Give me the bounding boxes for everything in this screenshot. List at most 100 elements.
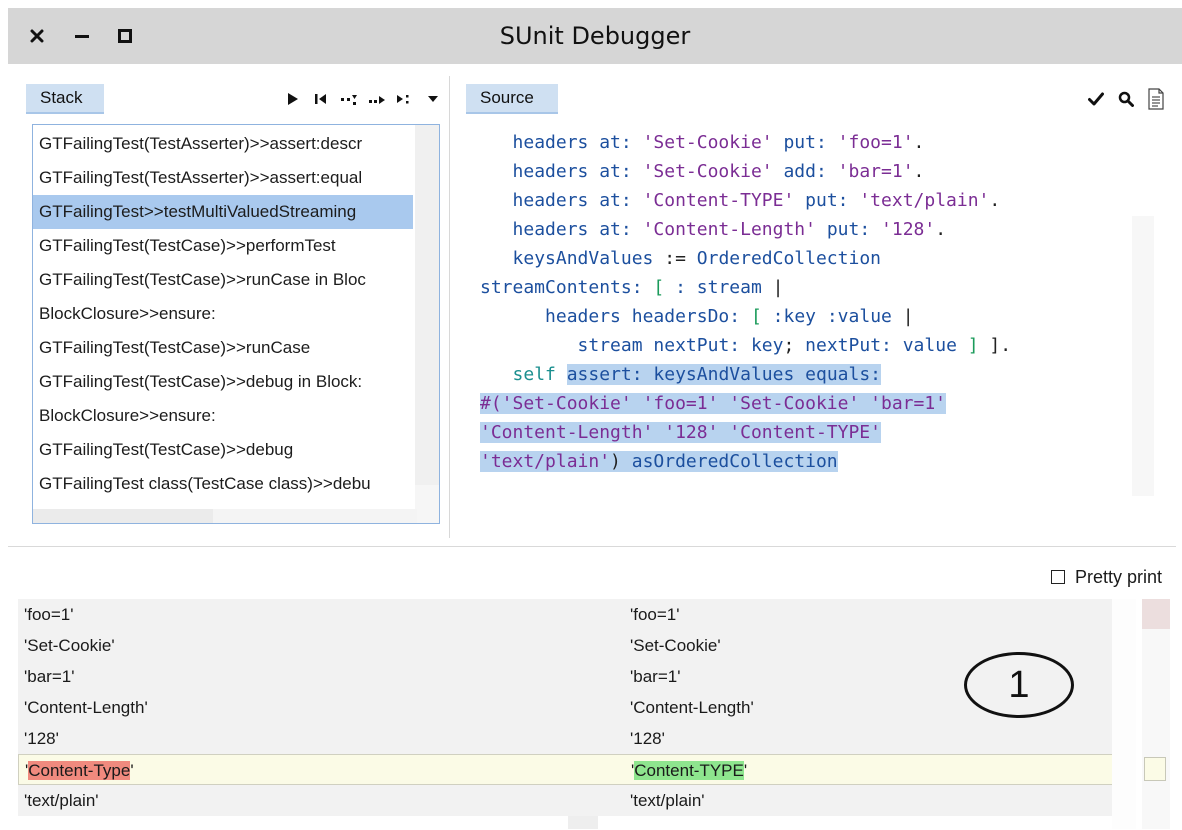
stack-item[interactable]: GTFailingTest class(TestCase class)>>deb… bbox=[33, 467, 413, 501]
diff-row: '128' '128' bbox=[18, 723, 1118, 754]
window-title: SUnit Debugger bbox=[499, 22, 691, 50]
stack-horizontal-scrollbar[interactable] bbox=[33, 509, 417, 523]
code-token: streamContents: bbox=[480, 277, 643, 298]
code-token: :key bbox=[772, 306, 816, 327]
code-token: value bbox=[902, 335, 957, 356]
code-token: 'text/plain' bbox=[480, 451, 611, 472]
code-token: #('Set-Cookie' bbox=[480, 393, 632, 414]
tab-stack[interactable]: Stack bbox=[26, 84, 104, 114]
source-pane: Source headers at: 'Set-Cookie' put: 'fo… bbox=[458, 76, 1174, 538]
diff-left-value: 'bar=1' bbox=[24, 667, 75, 686]
source-code-editor[interactable]: headers at: 'Set-Cookie' put: 'foo=1'. h… bbox=[480, 128, 1160, 528]
code-token bbox=[718, 393, 730, 414]
stack-item[interactable]: GTFailingTest(TestCase)>>performTest bbox=[33, 229, 413, 263]
code-token: OrderedCollection bbox=[696, 248, 881, 269]
code-line: self assert: keysAndValues equals: bbox=[480, 360, 882, 389]
stack-vertical-scrollbar[interactable] bbox=[415, 125, 439, 523]
diff-row-changed: 'Content-Type' 'Content-TYPE' bbox=[18, 754, 1118, 785]
code-token: 'foo=1' bbox=[837, 132, 914, 153]
code-token: add: bbox=[783, 161, 827, 182]
stack-menu-dropdown[interactable] bbox=[421, 84, 445, 114]
stack-list[interactable]: GTFailingTest(TestAsserter)>>assert:desc… bbox=[32, 124, 440, 524]
pretty-print-toggle[interactable]: Pretty print bbox=[1050, 565, 1162, 589]
code-token: :value bbox=[826, 306, 892, 327]
code-line: 'text/plain') asOrderedCollection bbox=[480, 447, 838, 476]
stack-item[interactable]: GTFailingTest(TestAsserter)>>assert:desc… bbox=[33, 127, 413, 161]
code-token: keysAndValues bbox=[653, 364, 795, 385]
stack-toolbar bbox=[277, 84, 445, 114]
stack-item[interactable]: BlockClosure>>ensure: bbox=[33, 399, 413, 433]
step-into-icon bbox=[341, 95, 357, 105]
code-token: ] bbox=[967, 335, 979, 356]
diff-left-value: 'foo=1' bbox=[24, 605, 74, 624]
code-token: headers bbox=[512, 219, 589, 240]
code-token: 'Set-Cookie' bbox=[642, 161, 773, 182]
code-line: headers at: 'Content-TYPE' put: 'text/pl… bbox=[480, 186, 1001, 215]
scrollbar-thumb[interactable] bbox=[1142, 599, 1170, 629]
code-token: [ bbox=[653, 277, 665, 298]
stack-item[interactable]: BlockClosure>>ensure: bbox=[33, 297, 413, 331]
diff-right-value: 'foo=1' bbox=[630, 605, 680, 624]
code-token: | bbox=[761, 277, 784, 298]
stack-item[interactable]: GTFailingTest(TestCase)>>debug bbox=[33, 433, 413, 467]
code-token: headersDo: bbox=[631, 306, 741, 327]
stack-item-selected[interactable]: GTFailingTest>>testMultiValuedStreaming bbox=[33, 195, 413, 229]
code-token: self bbox=[512, 364, 556, 385]
scrollbar-thumb[interactable] bbox=[415, 125, 439, 485]
code-token: headers bbox=[512, 132, 589, 153]
code-line: headers headersDo: [ :key :value | bbox=[480, 302, 914, 331]
code-token: ]. bbox=[978, 335, 1012, 356]
code-line: stream nextPut: key; nextPut: value ] ]. bbox=[480, 331, 1012, 360]
step-into-button[interactable] bbox=[337, 84, 361, 114]
source-toolbar bbox=[1078, 84, 1168, 114]
code-token: put: bbox=[826, 219, 871, 240]
code-token: at: bbox=[599, 219, 632, 240]
pretty-print-checkbox[interactable] bbox=[1050, 570, 1065, 584]
play-button[interactable] bbox=[281, 84, 305, 114]
stack-item[interactable]: GTFailingTest(TestCase)>>runCase bbox=[33, 331, 413, 365]
code-token: nextPut: bbox=[653, 335, 741, 356]
code-token: 'Content-TYPE' bbox=[642, 190, 795, 211]
diff-left-value: 'text/plain' bbox=[24, 791, 99, 810]
document-button[interactable] bbox=[1144, 84, 1168, 114]
code-token bbox=[653, 422, 665, 443]
code-token: at: bbox=[599, 190, 632, 211]
code-line: streamContents: [ : stream | bbox=[480, 273, 783, 302]
code-token: stream bbox=[577, 335, 643, 356]
code-token: : stream bbox=[675, 277, 762, 298]
code-token: '128' bbox=[881, 219, 936, 240]
stack-item[interactable]: GTFailingTest(TestCase)>>runCase in Bloc bbox=[33, 263, 413, 297]
stack-item[interactable]: GTFailingTest(TestCase)>>debug in Block: bbox=[33, 365, 413, 399]
dropdown-icon bbox=[428, 96, 438, 102]
diff-vertical-scrollbar[interactable] bbox=[1142, 599, 1170, 829]
diff-change-marker[interactable] bbox=[1144, 757, 1166, 781]
restart-button[interactable] bbox=[309, 84, 333, 114]
code-line: headers at: 'Set-Cookie' put: 'foo=1'. bbox=[480, 128, 925, 157]
code-token bbox=[794, 364, 806, 385]
restart-icon bbox=[315, 94, 326, 104]
accept-button[interactable] bbox=[1084, 84, 1108, 114]
step-through-button[interactable] bbox=[393, 84, 417, 114]
tab-source[interactable]: Source bbox=[466, 84, 558, 114]
diff-left-value: '128' bbox=[24, 729, 59, 748]
code-token: . bbox=[913, 161, 925, 182]
code-token: at: bbox=[599, 132, 632, 153]
step-over-button[interactable] bbox=[365, 84, 389, 114]
code-token: [ bbox=[750, 306, 762, 327]
stack-item[interactable]: GTFailingTest(TestAsserter)>>assert:equa… bbox=[33, 161, 413, 195]
search-button[interactable] bbox=[1114, 84, 1138, 114]
scrollbar-thumb[interactable] bbox=[33, 509, 213, 523]
